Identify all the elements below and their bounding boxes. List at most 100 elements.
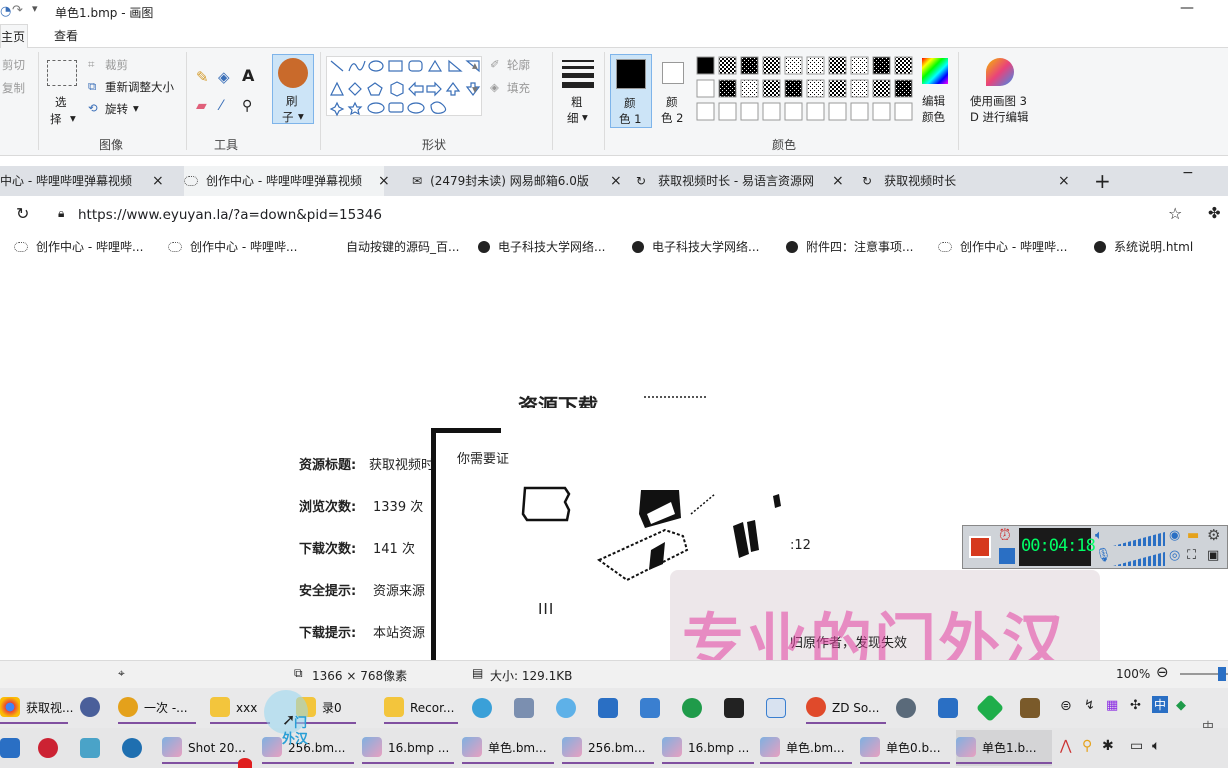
outline-button[interactable]: 轮廓 (507, 57, 530, 73)
eraser-icon[interactable]: ▰ (196, 98, 207, 114)
chevron-down-icon[interactable]: ▾ (70, 111, 76, 125)
chevron-down-icon[interactable]: ▾ (133, 101, 139, 115)
crop-button[interactable]: 裁剪 (105, 57, 128, 73)
gallery-scroll-down-icon[interactable]: ▾ (472, 82, 478, 96)
minimize-icon[interactable]: − (1182, 158, 1194, 188)
close-icon[interactable]: × (1058, 166, 1070, 196)
taskbar-button[interactable]: 获取视... (0, 690, 73, 726)
close-icon[interactable]: × (378, 166, 390, 196)
zoom-slider-thumb[interactable] (1218, 667, 1226, 681)
close-icon[interactable]: × (832, 166, 844, 196)
pencil-icon[interactable]: ✎ (196, 68, 209, 86)
paint3d-icon[interactable] (986, 58, 1014, 86)
size-button-line2[interactable]: 细 (567, 110, 579, 126)
brush-button[interactable]: 刷 子 ▾ (272, 54, 314, 124)
edit-colors-icon[interactable] (922, 58, 948, 84)
fullscreen-icon[interactable]: ⛶ (1187, 548, 1196, 563)
tray-icon[interactable]: ✣ (1130, 698, 1141, 713)
minimize-icon[interactable]: — (1180, 0, 1194, 16)
edit-colors-button[interactable]: 编辑 (922, 93, 945, 109)
bookmark-item[interactable]: 系统说明.html (1094, 234, 1193, 260)
taskbar-button[interactable] (80, 690, 104, 726)
app-icon[interactable] (472, 698, 492, 718)
fill-button[interactable]: 填充 (507, 80, 530, 96)
taskbar-button[interactable]: 单色.bm... (462, 730, 554, 766)
app-icon[interactable] (766, 698, 786, 718)
browser-tab[interactable]: 中心 - 哔哩哔哩弹幕视频 (0, 166, 170, 196)
taskbar-button[interactable]: 单色0.b... (860, 730, 950, 766)
browser-tab[interactable]: 创作中心 - 哔哩哔哩弹幕视频 (184, 166, 384, 196)
app-icon[interactable] (682, 698, 702, 718)
size-button[interactable]: 粗 (571, 94, 583, 110)
camera-icon[interactable]: ◉ (1169, 528, 1180, 543)
taskbar-button[interactable]: xxx (210, 690, 270, 726)
mic-meter[interactable] (1113, 552, 1165, 566)
app-icon[interactable] (640, 698, 660, 718)
magnifier-icon[interactable]: ⚲ (242, 98, 252, 114)
bookmark-item[interactable]: 附件四：注意事项... (786, 234, 913, 260)
app-icon[interactable] (938, 698, 958, 718)
microphone-icon[interactable]: 🎙︎ (1095, 548, 1112, 563)
globe-icon[interactable] (122, 738, 142, 758)
redo-icon[interactable]: ↷ (12, 3, 23, 18)
taskbar-button[interactable]: 16.bmp ... (662, 730, 754, 766)
pause-button[interactable] (999, 548, 1015, 564)
gallery-scroll-up-icon[interactable]: ▴ (472, 58, 478, 72)
app-icon[interactable] (975, 693, 1005, 723)
tray-icon[interactable]: ⊜ (1060, 698, 1072, 714)
edit-colors-button-line2[interactable]: 颜色 (922, 109, 945, 125)
tray-icon[interactable]: ◆ (1176, 698, 1186, 713)
paint3d-button[interactable]: 使用画图 3 (970, 93, 1027, 109)
resize-button[interactable]: 重新调整大小 (105, 79, 174, 95)
chevron-down-icon[interactable]: ▾ (582, 110, 588, 124)
taskbar-button[interactable]: 单色.bm... (760, 730, 852, 766)
tray-icon[interactable]: ✱ (1102, 738, 1114, 754)
browser-tab[interactable]: ↻ 获取视频时长 (862, 166, 1042, 196)
new-tab-button[interactable]: + (1094, 166, 1111, 196)
tab-view[interactable]: 查看 (46, 24, 86, 48)
tab-home[interactable]: 主页 (0, 24, 29, 48)
bookmark-item[interactable]: 自动按键的源码_百... (346, 234, 459, 260)
app-icon[interactable] (1020, 698, 1040, 718)
network-icon[interactable]: ▭ (1130, 738, 1143, 754)
tray-icon[interactable]: ⋀ (1060, 738, 1071, 754)
star-icon[interactable]: ☆ (1168, 204, 1182, 223)
browser-tab[interactable]: ↻ 获取视频时长 - 易语言资源网 (636, 166, 826, 196)
color1-button[interactable]: 颜 色 1 (610, 54, 652, 128)
color-palette[interactable] (696, 56, 914, 122)
taskbar-button[interactable]: 一次 -... (118, 690, 196, 726)
color-picker-icon[interactable]: ⁄ (220, 98, 222, 114)
speaker-icon[interactable]: 🔈︎ (1095, 528, 1103, 543)
app-icon[interactable] (0, 738, 20, 758)
browser-tab[interactable]: ✉ (2479封未读) 网易邮箱6.0版 (412, 166, 622, 196)
bookmark-item[interactable]: 电子科技大学网络... (478, 234, 605, 260)
fill-bucket-icon[interactable]: ◈ (218, 68, 230, 86)
rotate-button[interactable]: 旋转 (105, 101, 128, 117)
app-icon[interactable] (514, 698, 534, 718)
bookmark-item[interactable]: 创作中心 - 哔哩哔... (938, 234, 1067, 260)
taskbar-button[interactable]: ZD So... (806, 690, 886, 726)
bookmark-item[interactable]: 创作中心 - 哔哩哔... (14, 234, 143, 260)
zoom-out-icon[interactable]: ⊖ (1156, 663, 1169, 681)
app-icon[interactable] (556, 698, 576, 718)
taskbar-button[interactable]: 16.bmp ... (362, 730, 454, 766)
ime-indicator[interactable]: 中 (1152, 696, 1169, 713)
palette-swatches[interactable] (696, 56, 914, 122)
select-button[interactable]: 选 (55, 94, 67, 110)
taskbar-button[interactable]: 256.bm... (562, 730, 654, 766)
webcam-icon[interactable]: ◎ (1169, 548, 1180, 563)
search-icon[interactable]: ⚲ (1082, 738, 1092, 754)
volume-meter[interactable] (1113, 532, 1165, 546)
stop-record-button[interactable] (969, 536, 991, 558)
music-icon[interactable] (724, 698, 744, 718)
select-button-line2[interactable]: 择 (50, 111, 62, 127)
text-tool-icon[interactable]: A (242, 66, 254, 85)
window-icon[interactable]: ▣ (1207, 548, 1219, 563)
url-field[interactable]: https://www.eyuyan.la/?a=down&pid=15346 (78, 207, 382, 223)
paint3d-button-line2[interactable]: D 进行编辑 (970, 109, 1029, 125)
shapes-gallery[interactable] (326, 56, 482, 117)
cut-button[interactable]: 剪切 (2, 57, 25, 73)
gear-icon[interactable]: ⚙︎ (1207, 526, 1220, 544)
close-icon[interactable]: × (610, 166, 622, 196)
paint-app-icon[interactable]: ◔ (0, 4, 11, 19)
